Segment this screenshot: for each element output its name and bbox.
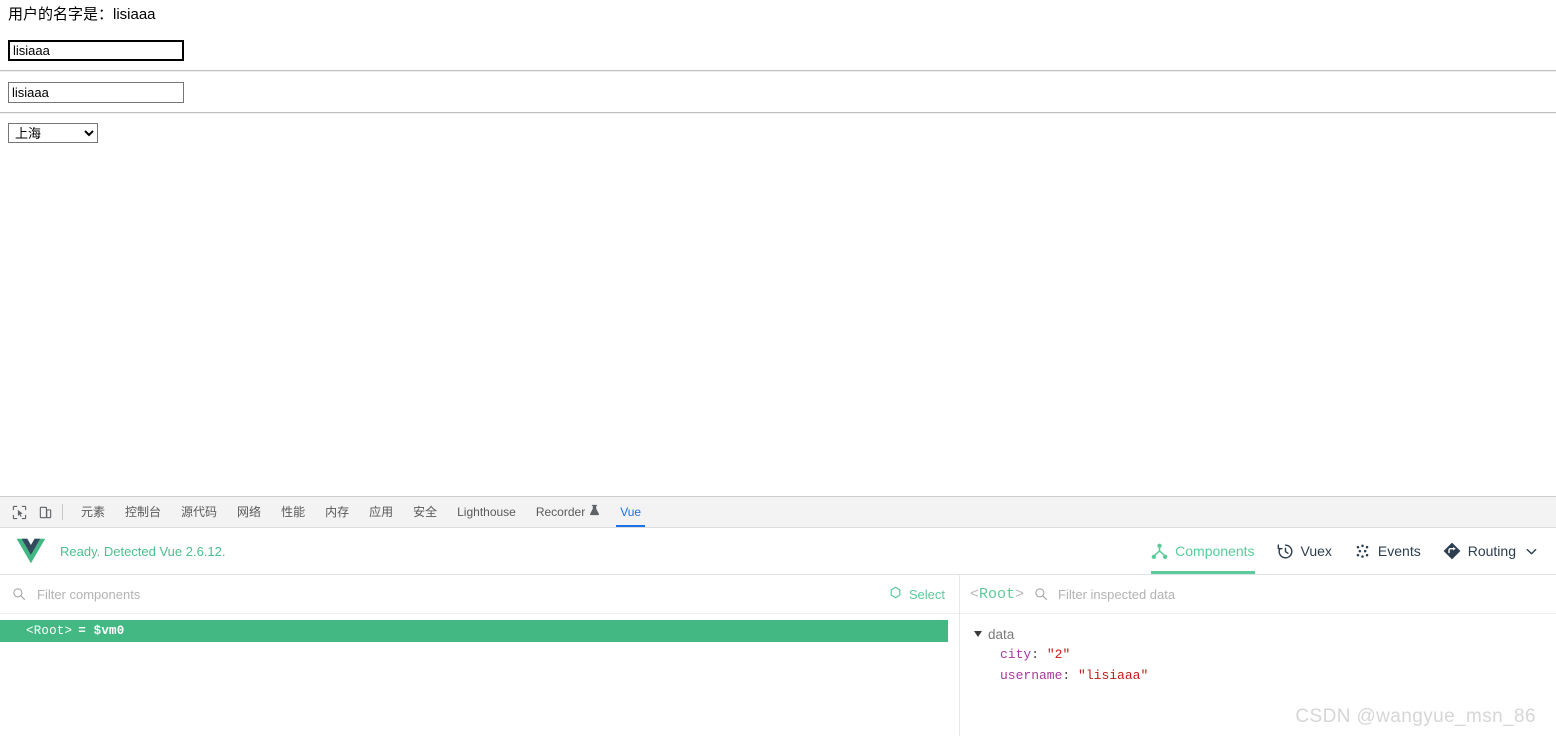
username-input-focused[interactable] xyxy=(8,40,184,61)
data-key: city xyxy=(1000,647,1032,662)
devtools-tab-label: 网络 xyxy=(237,504,262,519)
events-dots-icon xyxy=(1354,543,1371,560)
screenshot-root: 用户的名字是：lisiaaa 上海 xyxy=(0,0,1556,736)
divider-2 xyxy=(0,112,1556,114)
devtools-tab-console[interactable]: 控制台 xyxy=(115,498,171,527)
data-value[interactable]: "lisiaaa" xyxy=(1078,668,1148,683)
devtools-tab-recorder[interactable]: Recorder xyxy=(526,498,610,527)
inspect-element-icon[interactable] xyxy=(6,499,32,525)
devtools-tab-label: 内存 xyxy=(325,504,350,519)
chevron-down-icon[interactable] xyxy=(1525,545,1538,558)
devtools-tab-label: 源代码 xyxy=(181,504,218,519)
data-group-data[interactable]: data xyxy=(974,624,1556,644)
vue-tab-label: Components xyxy=(1175,543,1255,559)
search-icon xyxy=(1034,587,1048,601)
data-group-label: data xyxy=(988,626,1015,642)
component-name: <Root> xyxy=(26,624,73,638)
vue-tab-events[interactable]: Events xyxy=(1354,528,1421,574)
inspector-pane: <Root> data city: xyxy=(960,575,1556,736)
devtools-tabbar: 元素 控制台 源代码 网络 性能 内存 应用 安全 Lighthouse Rec… xyxy=(0,497,1556,528)
devtools-tab-label: 应用 xyxy=(369,504,394,519)
devtools-tab-label: 性能 xyxy=(281,504,306,519)
devtools-tab-label: 安全 xyxy=(413,504,438,519)
devtools-panel: 元素 控制台 源代码 网络 性能 内存 应用 安全 Lighthouse Rec… xyxy=(0,496,1556,736)
clock-rewind-icon xyxy=(1277,543,1294,560)
devtools-tab-label: Vue xyxy=(620,504,642,519)
components-pane: Select <Root> = $vm0 xyxy=(0,575,960,736)
devtools-tab-sources[interactable]: 源代码 xyxy=(171,498,227,527)
data-entry-username: username: "lisiaaa" xyxy=(1000,668,1149,683)
device-toolbar-icon[interactable] xyxy=(32,499,58,525)
page-title: 用户的名字是：lisiaaa xyxy=(8,6,156,23)
vue-tab-label: Vuex xyxy=(1300,543,1332,559)
devtools-tab-application[interactable]: 应用 xyxy=(359,498,403,527)
devtools-tab-security[interactable]: 安全 xyxy=(403,498,447,527)
target-crosshair-icon xyxy=(888,585,903,603)
username-input-secondary[interactable] xyxy=(8,82,184,103)
vue-tab-routing[interactable]: Routing xyxy=(1443,528,1538,574)
devtools-tab-label: 元素 xyxy=(81,504,106,519)
vue-tab-label: Events xyxy=(1377,543,1421,559)
vue-tab-label: Routing xyxy=(1467,543,1516,559)
components-tree-icon xyxy=(1151,543,1168,560)
toolbar-separator xyxy=(62,504,63,520)
devtools-tab-label: Lighthouse xyxy=(457,504,516,519)
inspector-toolbar: <Root> xyxy=(960,575,1556,614)
caret-down-icon[interactable] xyxy=(974,631,982,637)
root-name: Root xyxy=(979,585,1016,603)
component-tree-row-root[interactable]: <Root> = $vm0 xyxy=(0,620,948,642)
rendered-page: 用户的名字是：lisiaaa 上海 xyxy=(0,0,1556,496)
search-icon xyxy=(12,587,26,601)
inspected-data-tree: data city: "2" username: "lisiaaa" xyxy=(960,614,1556,686)
data-value[interactable]: "2" xyxy=(1047,647,1070,662)
component-vm-alias: = $vm0 xyxy=(78,624,125,638)
component-tree: <Root> = $vm0 xyxy=(0,614,959,642)
city-select[interactable]: 上海 xyxy=(8,123,98,143)
vue-panel-header: Ready. Detected Vue 2.6.12. Components V… xyxy=(0,528,1556,575)
inspected-component-name: <Root> xyxy=(970,586,1024,603)
root-open-bracket: < xyxy=(970,585,980,603)
select-component-button[interactable]: Select xyxy=(888,575,945,613)
devtools-tab-memory[interactable]: 内存 xyxy=(315,498,359,527)
devtools-tab-label: 控制台 xyxy=(125,504,162,519)
divider-1 xyxy=(0,70,1556,72)
devtools-tab-vue[interactable]: Vue xyxy=(610,498,651,527)
select-button-label: Select xyxy=(908,586,945,602)
filter-inspected-data-input[interactable] xyxy=(1056,585,1391,603)
devtools-tab-performance[interactable]: 性能 xyxy=(271,498,315,527)
vue-logo xyxy=(16,538,46,564)
data-entry-city: city: "2" xyxy=(1000,647,1071,662)
vue-status-text: Ready. Detected Vue 2.6.12. xyxy=(60,543,226,559)
root-close-bracket: > xyxy=(1015,585,1025,603)
devtools-tab-label: Recorder xyxy=(535,504,586,519)
routing-diamond-icon xyxy=(1443,542,1461,560)
components-toolbar: Select xyxy=(0,575,959,614)
devtools-tab-lighthouse[interactable]: Lighthouse xyxy=(447,498,526,527)
vue-tab-components[interactable]: Components xyxy=(1151,528,1255,574)
devtools-tab-elements[interactable]: 元素 xyxy=(71,498,115,527)
data-key: username xyxy=(1000,668,1063,683)
devtools-tab-network[interactable]: 网络 xyxy=(227,498,271,527)
vue-tabs: Components Vuex Events Routing xyxy=(1151,528,1538,574)
vue-panel-body: Select <Root> = $vm0 <Root> xyxy=(0,575,1556,736)
vue-tab-vuex[interactable]: Vuex xyxy=(1277,528,1332,574)
filter-components-input[interactable] xyxy=(35,585,579,603)
flask-icon xyxy=(589,498,600,527)
